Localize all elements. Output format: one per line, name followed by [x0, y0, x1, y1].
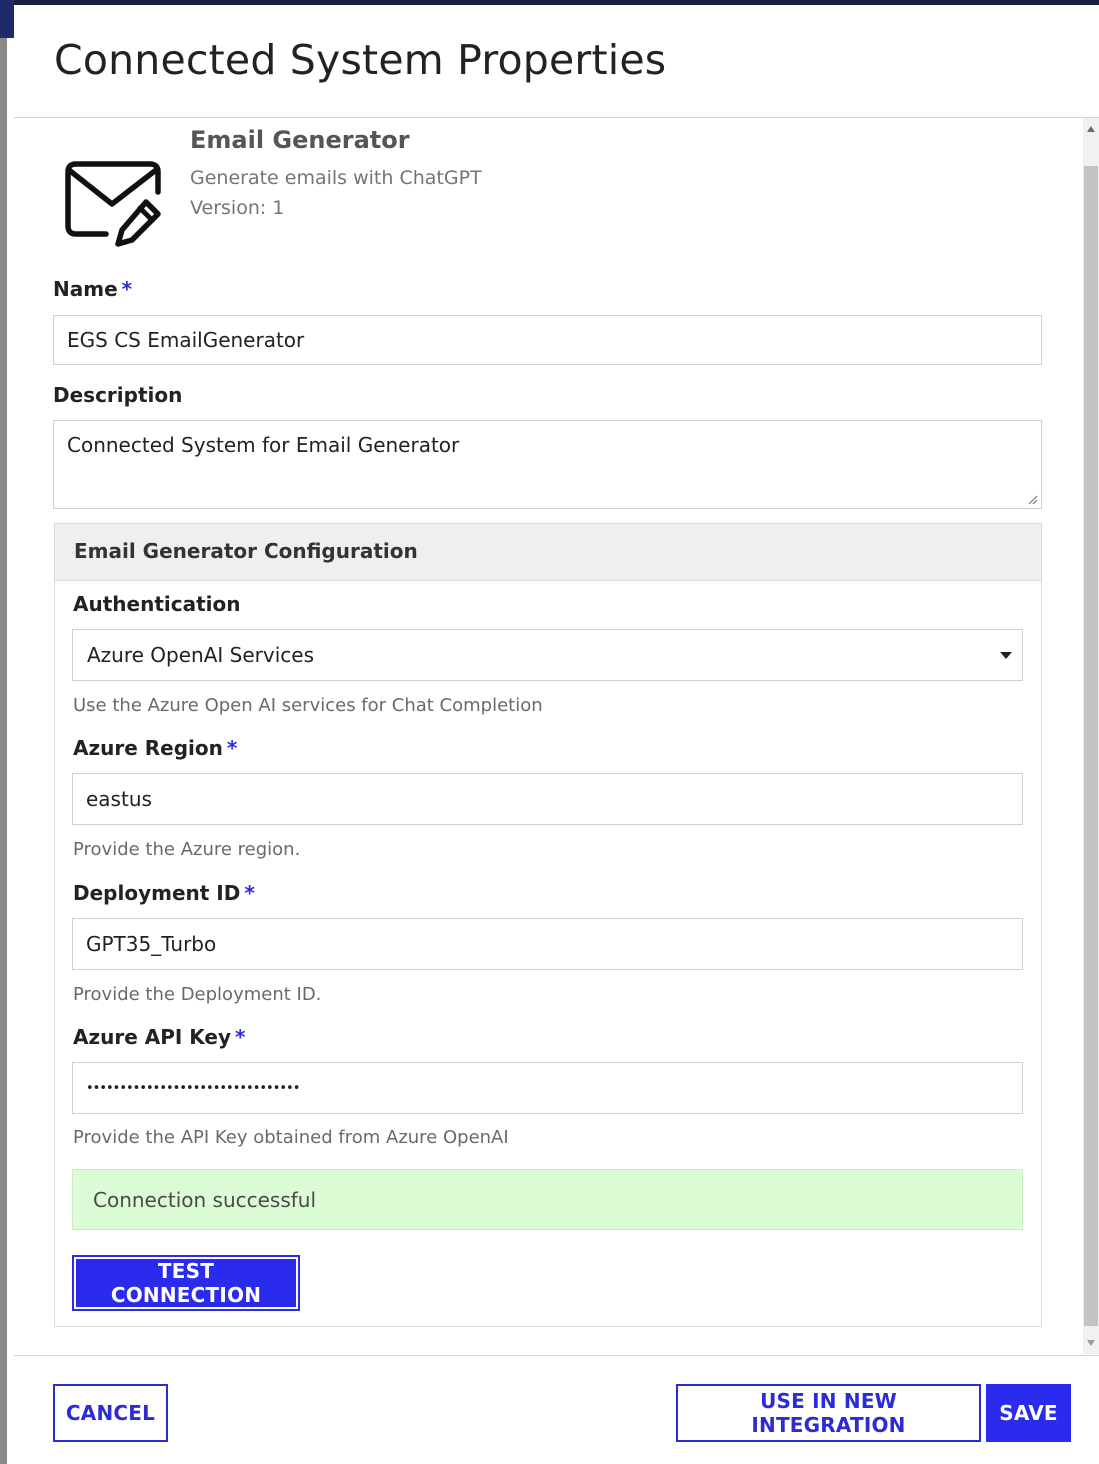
cancel-button[interactable]: CANCEL [53, 1384, 168, 1442]
name-input-value: EGS CS EmailGenerator [67, 328, 305, 352]
name-required-mark: * [121, 277, 133, 301]
name-label-text: Name [53, 277, 118, 301]
authentication-label: Authentication [73, 592, 241, 616]
deployment-id-label: Deployment ID * [73, 881, 255, 905]
left-edge-accent [0, 0, 14, 38]
system-description: Generate emails with ChatGPT [190, 167, 482, 189]
dialog-title: Connected System Properties [54, 36, 667, 84]
connection-status-message: Connection successful [72, 1169, 1023, 1230]
azure-region-input-value: eastus [86, 787, 152, 811]
use-in-new-integration-button[interactable]: USE IN NEW INTEGRATION [676, 1384, 981, 1442]
api-key-label: Azure API Key * [73, 1025, 246, 1049]
api-key-masked-value: •••••••••••••••••••••••••••••••• [86, 1080, 300, 1096]
system-version: Version: 1 [190, 197, 285, 219]
connected-system-dialog: Connected System Properties Email Genera… [0, 0, 1099, 1464]
connection-status-text: Connection successful [93, 1187, 317, 1212]
azure-region-help: Provide the Azure region. [73, 839, 301, 860]
azure-region-label: Azure Region * [73, 736, 237, 760]
configuration-title: Email Generator Configuration [74, 539, 418, 563]
configuration-header: Email Generator Configuration [55, 524, 1041, 581]
test-connection-button[interactable]: TEST CONNECTION [72, 1255, 300, 1311]
top-edge-bar [0, 0, 1099, 5]
api-key-help: Provide the API Key obtained from Azure … [73, 1127, 509, 1148]
header-divider [14, 117, 1099, 118]
azure-region-label-text: Azure Region [73, 736, 223, 760]
scrollbar-thumb[interactable] [1084, 166, 1098, 1326]
name-input[interactable]: EGS CS EmailGenerator [53, 315, 1042, 365]
scroll-up-arrow-icon[interactable] [1087, 126, 1095, 132]
authentication-select[interactable]: Azure OpenAI Services [72, 629, 1023, 681]
content-scrollbar[interactable] [1083, 118, 1099, 1354]
api-key-label-text: Azure API Key [73, 1025, 232, 1049]
name-label: Name * [53, 277, 132, 301]
azure-region-input[interactable]: eastus [72, 773, 1023, 825]
description-textarea-value: Connected System for Email Generator [67, 433, 460, 457]
left-edge-shadow [0, 0, 7, 1464]
description-label: Description [53, 383, 183, 407]
azure-region-required-mark: * [226, 736, 238, 760]
authentication-selected-value: Azure OpenAI Services [87, 643, 314, 667]
scroll-down-arrow-icon[interactable] [1087, 1340, 1095, 1346]
deployment-id-label-text: Deployment ID [73, 881, 241, 905]
api-key-password-input[interactable]: •••••••••••••••••••••••••••••••• [72, 1062, 1023, 1114]
deployment-id-input-value: GPT35_Turbo [86, 932, 217, 956]
save-button[interactable]: SAVE [986, 1384, 1071, 1442]
deployment-id-required-mark: * [244, 881, 255, 905]
deployment-id-help: Provide the Deployment ID. [73, 984, 322, 1005]
resize-handle-icon[interactable] [1028, 495, 1038, 505]
footer-divider [14, 1355, 1099, 1356]
authentication-help: Use the Azure Open AI services for Chat … [73, 695, 543, 716]
system-name: Email Generator [190, 126, 410, 154]
envelope-pencil-icon [65, 161, 161, 247]
chevron-down-icon[interactable] [1000, 652, 1012, 659]
api-key-required-mark: * [235, 1025, 246, 1049]
description-textarea[interactable]: Connected System for Email Generator [53, 420, 1042, 509]
deployment-id-input[interactable]: GPT35_Turbo [72, 918, 1023, 970]
